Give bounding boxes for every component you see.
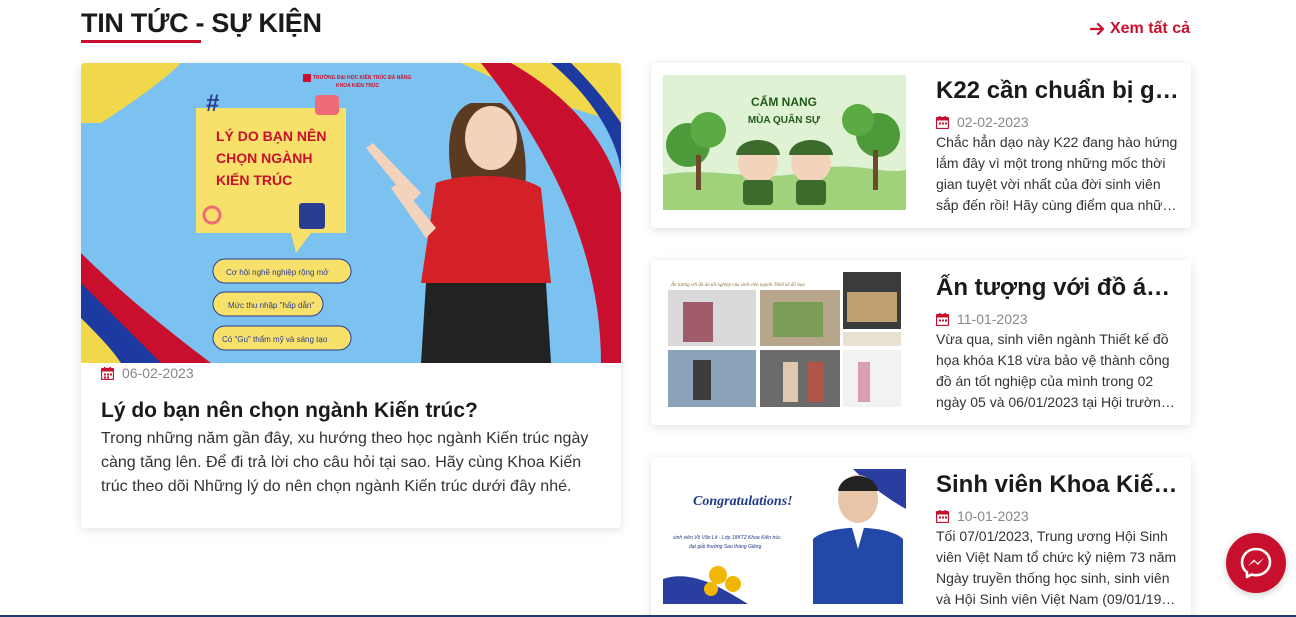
see-all-label: Xem tất cả xyxy=(1109,20,1190,37)
news-excerpt: Tối 07/01/2023, Trung ương Hội Sinh viên… xyxy=(936,528,1177,607)
calendar-icon xyxy=(936,509,949,523)
news-excerpt: Chắc hẳn dạo này K22 đang hào hứng lắm đ… xyxy=(936,134,1179,213)
thumb-text-2: MÙA QUÂN SỰ xyxy=(748,113,821,126)
news-title[interactable]: Ấn tượng với đồ án tốt nghiệp xyxy=(936,274,1181,302)
news-date: 11-01-2023 xyxy=(936,311,1028,327)
news-thumbnail[interactable]: CẨM NANG MÙA QUÂN SỰ xyxy=(663,75,906,210)
image-bullet-3: Có "Gu" thẩm mỹ và sáng tạo xyxy=(222,335,328,344)
thumb-text-3: đạt giải thưởng Sao tháng Giêng xyxy=(689,543,762,550)
featured-title[interactable]: Lý do bạn nên chọn ngành Kiến trúc? xyxy=(101,399,601,423)
messenger-chat-button[interactable] xyxy=(1226,533,1286,593)
featured-article-card[interactable]: TRƯỜNG ĐẠI HỌC KIẾN TRÚC ĐÀ NẴNG KHOA KI… xyxy=(81,63,621,528)
section-title: TIN TỨC - SỰ KIỆN xyxy=(81,8,322,38)
image-hash: # xyxy=(206,90,219,117)
featured-article-image[interactable]: TRƯỜNG ĐẠI HỌC KIẾN TRÚC ĐÀ NẴNG KHOA KI… xyxy=(81,63,621,363)
messenger-icon xyxy=(1240,547,1272,579)
news-date: 02-02-2023 xyxy=(936,114,1029,130)
thumb-text-1: Congratulations! xyxy=(693,494,793,509)
thumb-text-2: sinh viên Võ Văn Lít - Lớp 18KT2 Khoa Ki… xyxy=(673,534,781,541)
image-header-line1: TRƯỜNG ĐẠI HỌC KIẾN TRÚC ĐÀ NẴNG xyxy=(313,73,412,81)
news-title[interactable]: Sinh viên Khoa Kiến trúc đạt giải thưởng xyxy=(936,471,1181,499)
news-excerpt: Vừa qua, sinh viên ngành Thiết kế đồ họa… xyxy=(936,331,1170,410)
news-card[interactable]: Ấn tượng với đồ án tốt nghiệp của sinh v… xyxy=(651,260,1191,425)
image-headline-2: CHỌN NGÀNH xyxy=(216,150,312,166)
thumb-text-1: Ấn tượng với đồ án tốt nghiệp của sinh v… xyxy=(670,282,805,288)
thumb-text-1: CẨM NANG xyxy=(751,94,817,109)
featured-date-text: 06-02-2023 xyxy=(122,365,194,381)
news-title[interactable]: K22 cần chuẩn bị gì cho mùa quân sự xyxy=(936,77,1181,105)
news-date-text: 10-01-2023 xyxy=(957,508,1029,524)
see-all-link[interactable]: Xem tất cả xyxy=(1089,20,1190,38)
image-bullet-2: Mức thu nhập "hấp dẫn" xyxy=(228,301,314,310)
news-card[interactable]: CẨM NANG MÙA QUÂN SỰ K22 cần chuẩn bị gì… xyxy=(651,63,1191,228)
calendar-icon xyxy=(936,312,949,326)
news-date: 10-01-2023 xyxy=(936,508,1029,524)
featured-date: 06-02-2023 xyxy=(101,365,194,381)
calendar-icon xyxy=(101,366,114,380)
title-underline xyxy=(81,40,201,43)
image-bullet-1: Cơ hội nghề nghiệp rộng mở xyxy=(226,268,329,277)
news-date-text: 11-01-2023 xyxy=(957,311,1028,327)
arrow-right-icon xyxy=(1089,22,1105,36)
image-headline-1: LÝ DO BẠN NÊN xyxy=(216,127,326,144)
image-headline-3: KIẾN TRÚC xyxy=(216,171,292,188)
news-card[interactable]: Congratulations! sinh viên Võ Văn Lít - … xyxy=(651,457,1191,617)
news-thumbnail[interactable]: Congratulations! sinh viên Võ Văn Lít - … xyxy=(663,469,906,604)
featured-excerpt: Trong những năm gần đây, xu hướng theo h… xyxy=(101,430,589,495)
calendar-icon xyxy=(936,115,949,129)
news-thumbnail[interactable]: Ấn tượng với đồ án tốt nghiệp của sinh v… xyxy=(663,272,906,407)
news-date-text: 02-02-2023 xyxy=(957,114,1029,130)
image-header-line2: KHOA KIẾN TRÚC xyxy=(336,82,380,89)
